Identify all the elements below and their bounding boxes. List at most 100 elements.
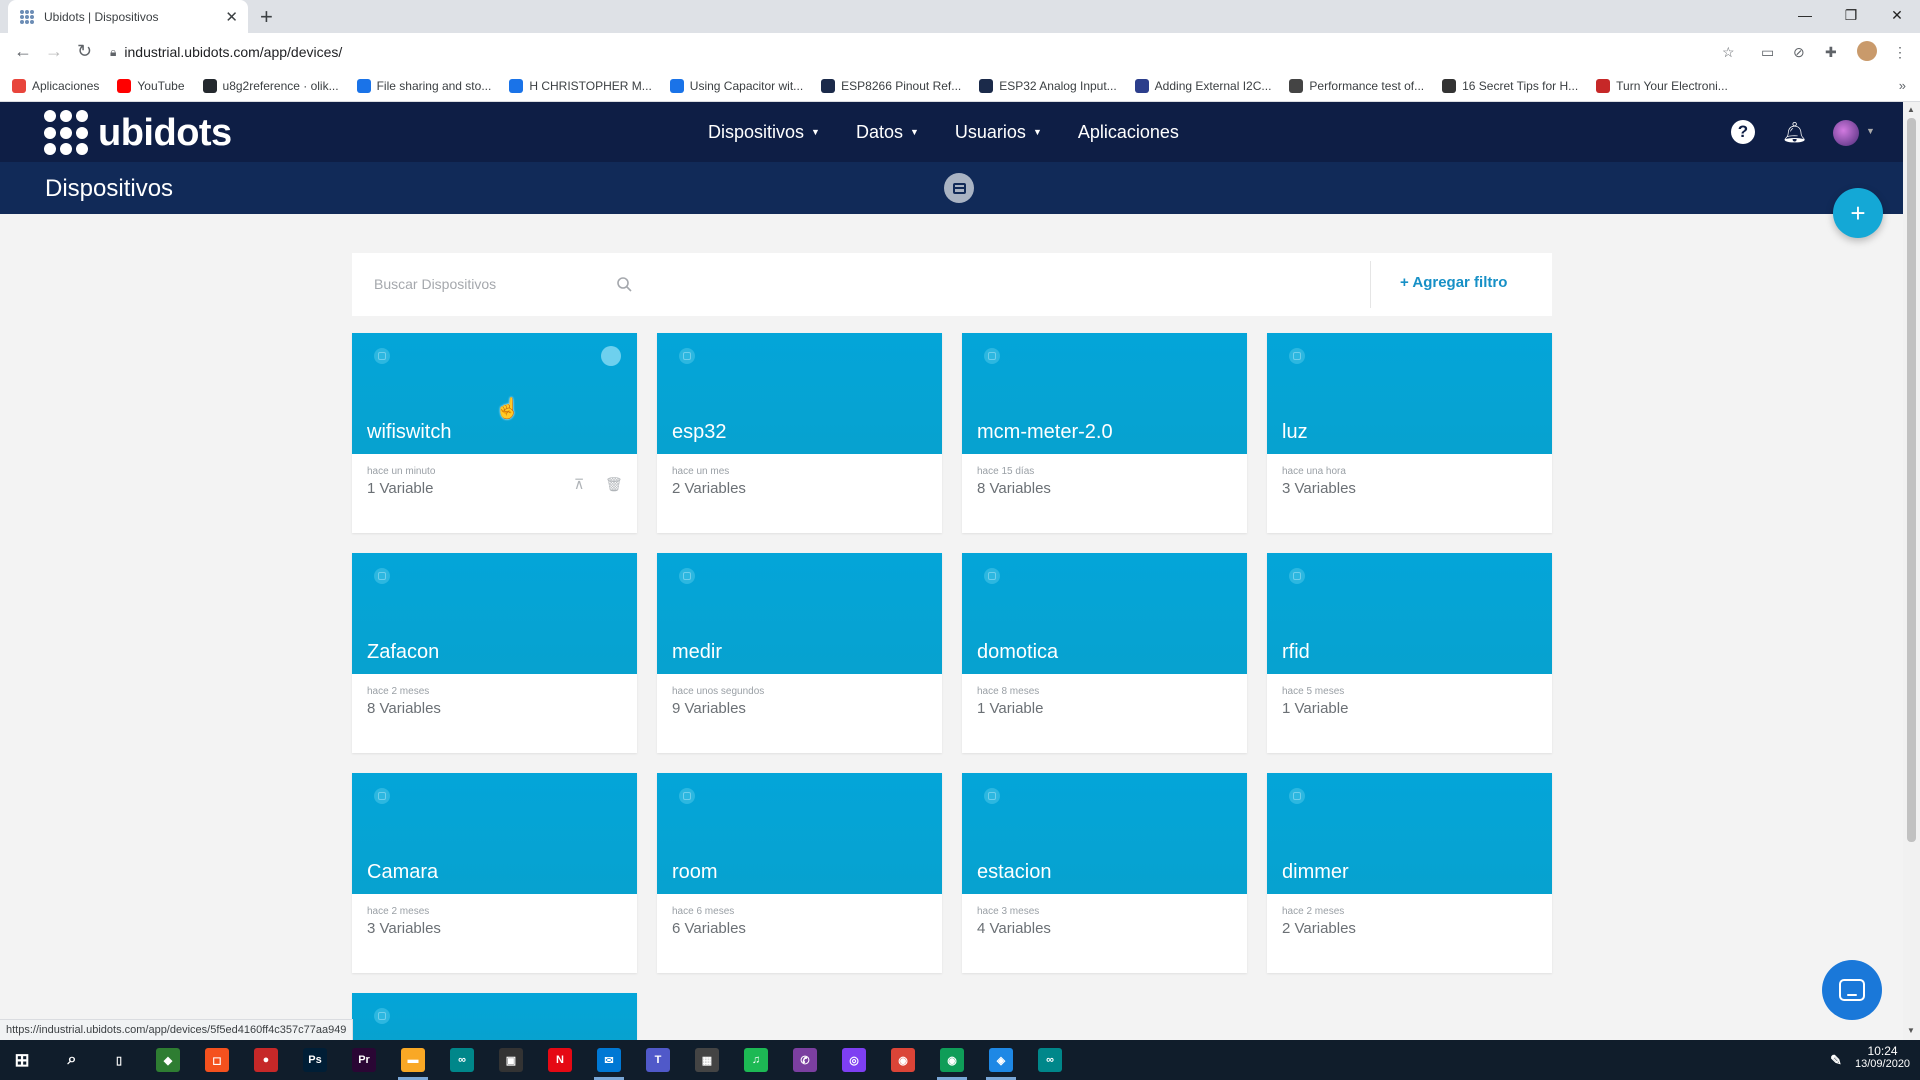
scroll-thumb[interactable]: [1907, 118, 1916, 842]
bookmark-item[interactable]: ESP32 Analog Input...: [979, 79, 1117, 93]
app-camera-icon[interactable]: ◎: [842, 1048, 866, 1072]
bookmark-item[interactable]: 16 Secret Tips for H...: [1442, 79, 1578, 93]
app-green-icon[interactable]: ◆: [156, 1048, 180, 1072]
extensions-icon[interactable]: ✚: [1825, 44, 1837, 61]
new-tab-icon[interactable]: +: [260, 4, 273, 30]
device-name: wifiswitch: [367, 421, 452, 443]
device-card[interactable]: room hace 6 meses 6 Variables: [657, 773, 942, 973]
netflix-icon[interactable]: N: [548, 1048, 572, 1072]
bookmark-item[interactable]: YouTube: [117, 79, 185, 93]
pen-icon[interactable]: ✎: [1824, 1048, 1848, 1072]
trash-icon[interactable]: 🗑︎: [605, 476, 623, 493]
bookmark-item[interactable]: Turn Your Electroni...: [1596, 79, 1728, 93]
taskbar-clock[interactable]: 10:24 13/09/2020: [1855, 1044, 1910, 1070]
device-card[interactable]: rfid hace 5 meses 1 Variable: [1267, 553, 1552, 753]
device-card[interactable]: Zafacon hace 2 meses 8 Variables: [352, 553, 637, 753]
scroll-down-icon[interactable]: ▼: [1907, 1026, 1915, 1035]
device-card[interactable]: Camara hace 2 meses 3 Variables: [352, 773, 637, 973]
nav-label: Aplicaciones: [1077, 121, 1179, 142]
browser-tab[interactable]: Ubidots | Dispositivos ✕: [8, 0, 248, 33]
profile-avatar-icon[interactable]: [1857, 41, 1877, 61]
view-toggle-button[interactable]: [944, 173, 974, 203]
whatsapp-icon[interactable]: ✆: [793, 1048, 817, 1072]
reload-icon[interactable]: ↻: [77, 41, 92, 61]
device-last-activity: hace 8 meses: [977, 686, 1040, 697]
bell-icon[interactable]: 🔔︎: [1782, 120, 1807, 145]
select-device-toggle[interactable]: [601, 346, 621, 366]
chevron-down-icon[interactable]: ▼: [1866, 126, 1875, 136]
restore-icon[interactable]: ❐: [1828, 0, 1874, 30]
device-card[interactable]: [352, 993, 637, 1041]
spotify-icon[interactable]: ♫: [744, 1048, 768, 1072]
photoshop-icon[interactable]: Ps: [303, 1048, 327, 1072]
device-card[interactable]: mcm-meter-2.0 hace 15 días 8 Variables: [962, 333, 1247, 533]
ubidots-logo[interactable]: ubidots: [44, 110, 232, 156]
nav-dispositivos[interactable]: Dispositivos ▼: [708, 122, 820, 143]
nav-aplicaciones[interactable]: Aplicaciones: [1078, 122, 1179, 143]
cast-icon[interactable]: ▭: [1761, 44, 1774, 61]
device-name: domotica: [977, 641, 1059, 663]
add-device-button[interactable]: +: [1833, 188, 1883, 238]
file-explorer-icon[interactable]: ▬: [401, 1048, 425, 1072]
device-card[interactable]: medir hace unos segundos 9 Variables: [657, 553, 942, 753]
search-input[interactable]: Buscar Dispositivos: [374, 276, 496, 292]
bookmark-star-icon[interactable]: ☆: [1722, 44, 1735, 61]
chrome-icon[interactable]: ◉: [891, 1048, 915, 1072]
back-icon[interactable]: ←: [14, 41, 32, 61]
help-icon[interactable]: ?: [1731, 120, 1755, 144]
search-taskbar-icon[interactable]: ⌕: [60, 1048, 84, 1072]
device-card[interactable]: domotica hace 8 meses 1 Variable: [962, 553, 1247, 753]
device-card[interactable]: estacion hace 3 meses 4 Variables: [962, 773, 1247, 973]
add-filter-button[interactable]: + Agregar filtro: [1400, 274, 1507, 291]
premiere-icon[interactable]: Pr: [352, 1048, 376, 1072]
bookmark-favicon-icon: [1134, 79, 1149, 93]
browser-menu-icon[interactable]: ⋮: [1893, 44, 1907, 61]
device-card[interactable]: esp32 hace un mes 2 Variables: [657, 333, 942, 533]
scroll-up-icon[interactable]: ▲: [1907, 105, 1915, 114]
teams-icon[interactable]: T: [646, 1048, 670, 1072]
page-scrollbar[interactable]: ▲ ▼: [1903, 102, 1920, 1040]
device-chip-icon: [679, 568, 695, 584]
app-box-icon[interactable]: ▦: [695, 1048, 719, 1072]
forward-icon[interactable]: →: [45, 41, 63, 61]
bookmark-item[interactable]: u8g2reference · olik...: [202, 79, 339, 93]
app-blue-icon[interactable]: ◈: [989, 1048, 1013, 1072]
bookmark-favicon-icon: [356, 79, 371, 93]
hierarchy-icon[interactable]: ⊼: [574, 476, 584, 493]
user-avatar[interactable]: [1833, 120, 1859, 146]
task-view-icon[interactable]: ▯: [107, 1048, 131, 1072]
windows-start-icon[interactable]: ⊞: [10, 1048, 34, 1072]
device-card[interactable]: dimmer hace 2 meses 2 Variables: [1267, 773, 1552, 973]
more-bookmarks-icon[interactable]: »: [1899, 78, 1906, 93]
block-icon[interactable]: ⊘: [1793, 44, 1805, 61]
bookmark-item[interactable]: ESP8266 Pinout Ref...: [821, 79, 961, 93]
chat-support-button[interactable]: [1822, 960, 1882, 1020]
bookmark-item[interactable]: Using Capacitor wit...: [669, 79, 803, 93]
bookmark-item[interactable]: H CHRISTOPHER M...: [509, 79, 652, 93]
mail-icon[interactable]: ✉: [597, 1048, 621, 1072]
address-bar[interactable]: 🔒︎ industrial.ubidots.com/app/devices/: [110, 37, 1750, 67]
device-card[interactable]: wifiswitch hace un minuto 1 Variable ⊼ 🗑︎: [352, 333, 637, 533]
search-icon[interactable]: [615, 275, 635, 295]
app-red-icon[interactable]: ●: [254, 1048, 278, 1072]
device-card[interactable]: luz hace una hora 3 Variables: [1267, 333, 1552, 533]
nav-usuarios[interactable]: Usuarios ▼: [955, 122, 1042, 143]
app-orange-icon[interactable]: ◻: [205, 1048, 229, 1072]
bookmark-item[interactable]: Adding External I2C...: [1134, 79, 1271, 93]
bookmark-item[interactable]: File sharing and sto...: [356, 79, 491, 93]
device-last-activity: hace unos segundos: [672, 686, 765, 697]
device-last-activity: hace un mes: [672, 466, 730, 477]
close-tab-icon[interactable]: ✕: [225, 8, 238, 26]
bookmark-favicon-icon: [669, 79, 684, 93]
arduino-icon[interactable]: ∞: [450, 1048, 474, 1072]
chrome-profile-icon[interactable]: ◉: [940, 1048, 964, 1072]
minimize-icon[interactable]: —: [1782, 0, 1828, 30]
device-chip-icon: [1289, 568, 1305, 584]
arduino-2-icon[interactable]: ∞: [1038, 1048, 1062, 1072]
nav-datos[interactable]: Datos ▼: [856, 122, 919, 143]
store-icon[interactable]: ▣: [499, 1048, 523, 1072]
bookmark-item[interactable]: Aplicaciones: [12, 79, 99, 93]
bookmark-item[interactable]: Performance test of...: [1289, 79, 1424, 93]
divider: [1370, 261, 1371, 308]
close-window-icon[interactable]: ✕: [1874, 0, 1920, 30]
